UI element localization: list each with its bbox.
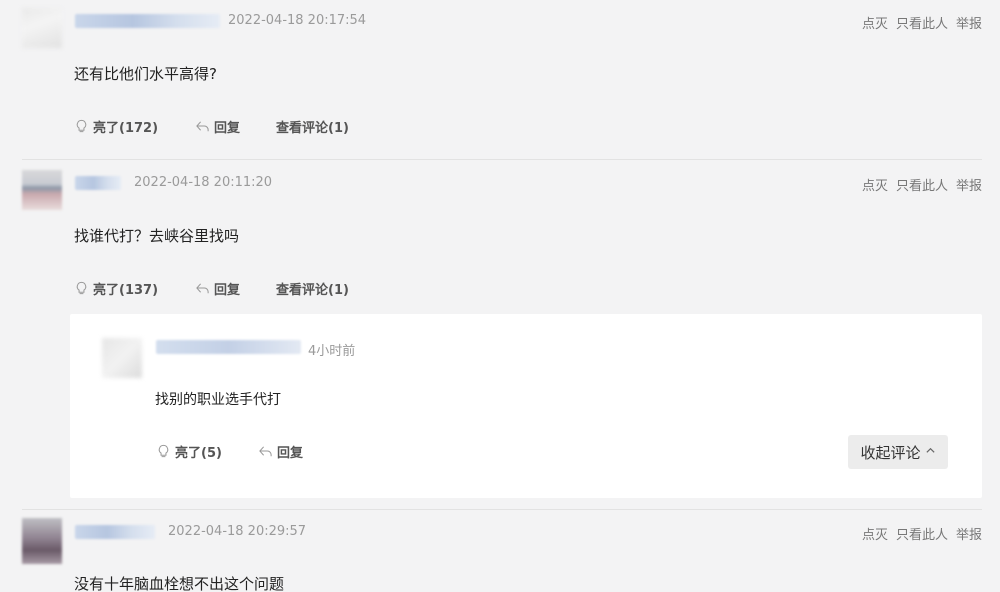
chevron-up-icon [925,445,936,459]
view-comments-link[interactable]: 查看评论(1) [276,117,349,136]
comment-time: 2022-04-18 20:29:57 [168,524,307,539]
comment-time: 2022-04-18 20:17:54 [228,13,367,28]
comment-actions: 点灭 只看此人 举报 [854,524,982,543]
collapse-comments-button[interactable]: 收起评论 [848,435,948,469]
username[interactable] [156,340,301,354]
comment-toolbar: 亮了(137) 回复 查看评论(1) [74,279,349,298]
reply-arrow-icon [259,446,272,457]
avatar[interactable] [22,518,62,564]
only-this-user-link[interactable]: 只看此人 [896,179,948,194]
view-comments-label: 查看评论(1) [276,121,349,136]
view-comments-label: 查看评论(1) [276,283,349,298]
divider [22,509,982,510]
downvote-link[interactable]: 点灭 [862,17,888,32]
reply-label: 回复 [276,446,303,461]
avatar[interactable] [22,8,62,48]
like-button[interactable]: 亮了(137) [74,279,158,298]
reply-label: 回复 [214,121,241,136]
comment-text: 找谁代打？去峡谷里找吗 [74,227,240,245]
report-link[interactable]: 举报 [956,528,982,543]
comment-actions: 点灭 只看此人 举报 [854,13,982,32]
collapse-label: 收起评论 [860,443,921,462]
reply-button[interactable]: 回复 [195,117,240,136]
comment-text: 没有十年脑血栓想不出这个问题 [74,575,285,592]
reply-toolbar: 亮了(5) 回复 [156,442,303,461]
like-button[interactable]: 亮了(5) [156,442,222,461]
avatar[interactable] [102,338,142,378]
avatar[interactable] [22,170,62,210]
like-count: 亮了(5) [175,446,222,461]
reply-button[interactable]: 回复 [258,442,303,461]
reply-label: 回复 [214,283,241,298]
only-this-user-link[interactable]: 只看此人 [896,528,948,543]
downvote-link[interactable]: 点灭 [862,179,888,194]
report-link[interactable]: 举报 [956,179,982,194]
like-button[interactable]: 亮了(172) [74,117,158,136]
reply-text: 找别的职业选手代打 [155,392,281,408]
view-comments-link[interactable]: 查看评论(1) [276,279,349,298]
like-count: 亮了(172) [93,121,159,136]
only-this-user-link[interactable]: 只看此人 [896,17,948,32]
lightbulb-icon [158,444,169,458]
reply-time: 4小时前 [308,344,356,359]
comment-time: 2022-04-18 20:11:20 [134,175,273,190]
reply-card: 4小时前 找别的职业选手代打 亮了(5) 回复 收起评论 [70,314,982,498]
report-link[interactable]: 举报 [956,17,982,32]
username[interactable] [75,525,155,539]
lightbulb-icon [76,281,87,295]
comment-feed: 2022-04-18 20:17:54 点灭 只看此人 举报 还有比他们水平高得? … [0,0,1000,592]
username[interactable] [75,14,220,28]
reply-arrow-icon [196,121,209,132]
downvote-link[interactable]: 点灭 [862,528,888,543]
like-count: 亮了(137) [93,283,159,298]
comment-text: 还有比他们水平高得? [74,65,217,83]
username[interactable] [75,176,121,190]
divider [22,159,982,160]
comment-actions: 点灭 只看此人 举报 [854,175,982,194]
reply-button[interactable]: 回复 [195,279,240,298]
lightbulb-icon [76,119,87,133]
comment-toolbar: 亮了(172) 回复 查看评论(1) [74,117,349,136]
reply-arrow-icon [196,283,209,294]
